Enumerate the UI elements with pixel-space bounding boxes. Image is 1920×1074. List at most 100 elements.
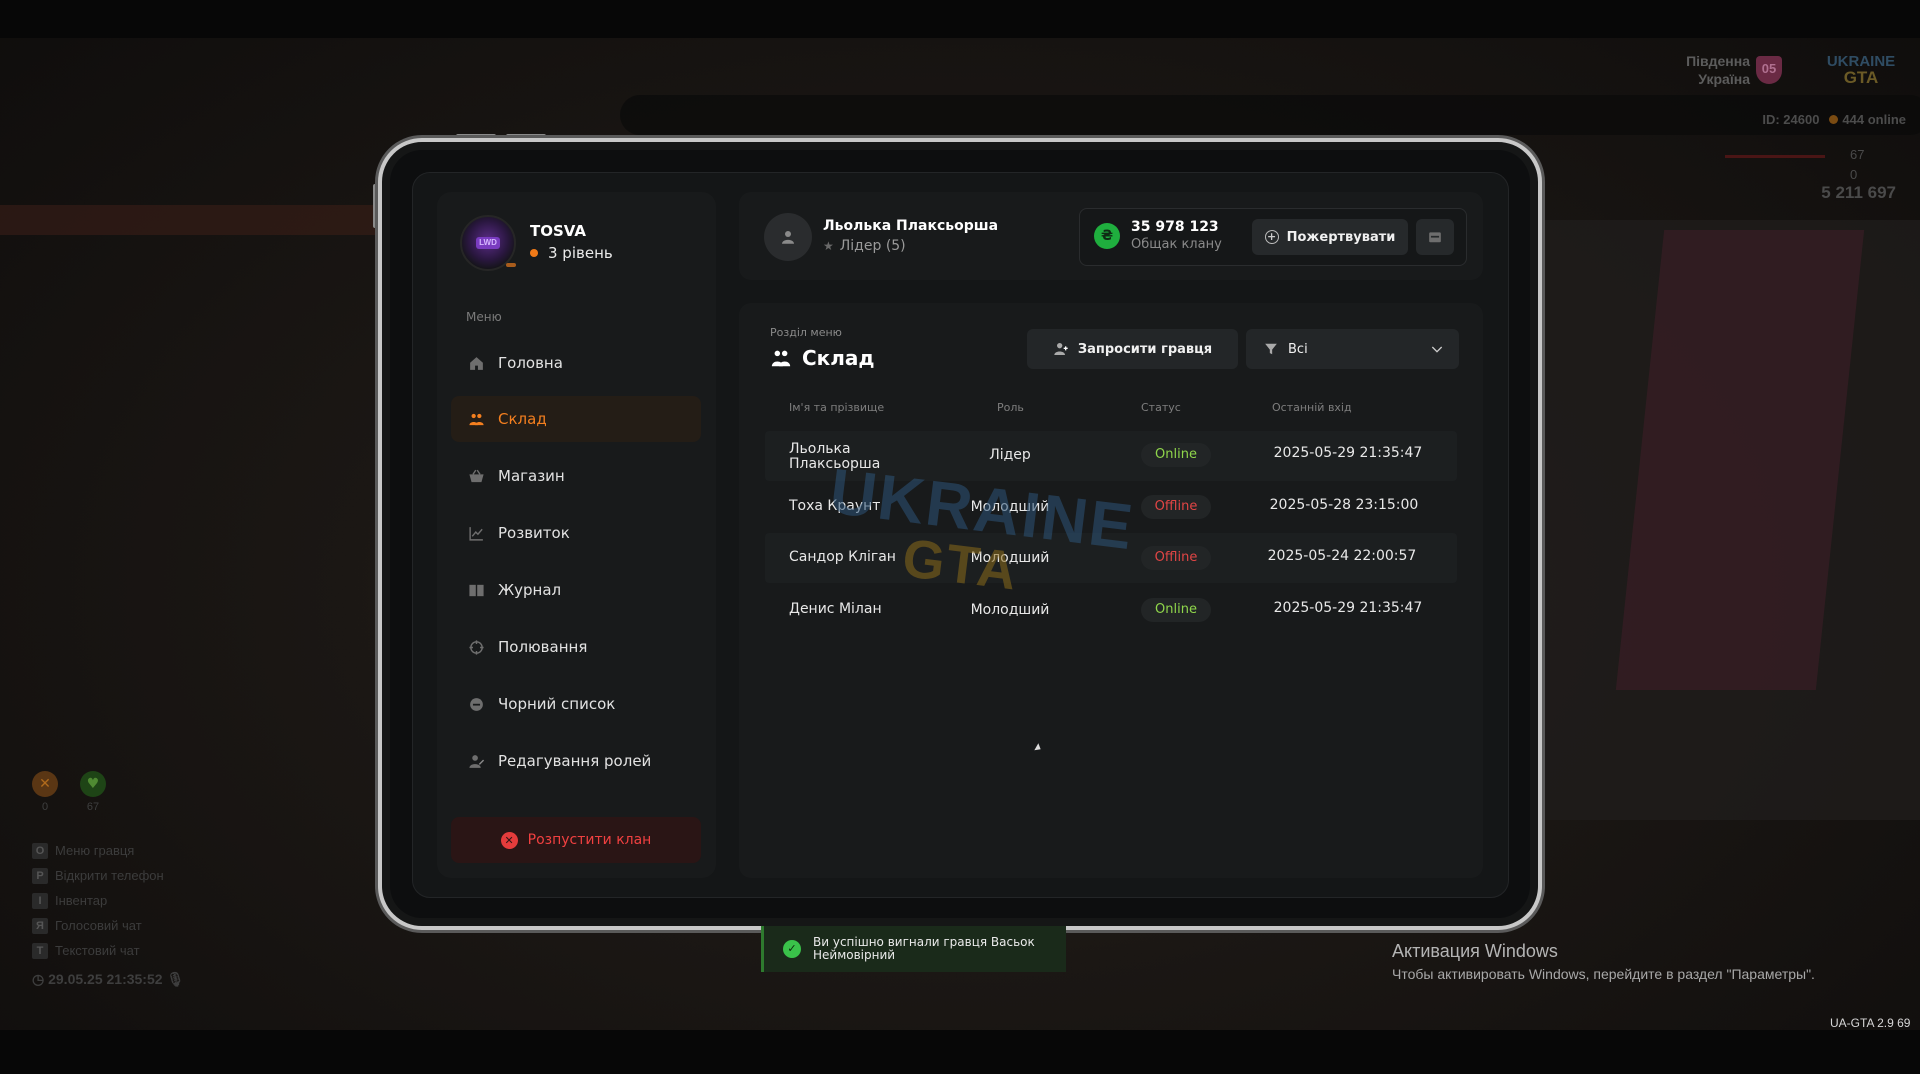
keybind-label: Меню гравця: [55, 843, 135, 858]
keybind-row: O Меню гравця: [32, 838, 164, 863]
keybind-label: Голосовий чат: [55, 918, 142, 933]
sidebar-item-home[interactable]: Головна: [451, 340, 701, 386]
letterbox-top: [0, 0, 1920, 38]
section-label: Розділ меню: [770, 326, 842, 339]
basket-icon: [467, 467, 485, 485]
add-user-icon: [1054, 343, 1068, 355]
sidebar-item-label: Журнал: [498, 581, 562, 599]
letterbox-bottom: [0, 1030, 1920, 1074]
game-logo: UKRAINE GTA: [1818, 54, 1904, 90]
player-id: ID: 24600: [1762, 112, 1820, 127]
keybind-row: P Відкрити телефон: [32, 863, 164, 888]
chevron-down-icon: [1431, 346, 1443, 353]
member-last-login: 2025-05-29 21:35:47: [1273, 445, 1423, 461]
hud-region-line1: Південна: [1686, 53, 1750, 69]
sidebar-item-blacklist[interactable]: Чорний список: [451, 681, 701, 727]
user-edit-icon: [467, 752, 485, 770]
level-dot-icon: [530, 249, 538, 257]
keybind-row: I Інвентар: [32, 888, 164, 913]
status-badge: Online: [1141, 598, 1211, 622]
hud-keybinds: O Меню гравця P Відкрити телефон I Інвентар…: [32, 838, 164, 963]
disband-clan-button[interactable]: ✕ Розпустити клан: [451, 817, 701, 863]
profile-name: TOSVA: [530, 222, 586, 240]
armor-value: 0: [1850, 167, 1858, 182]
leader-avatar: [764, 213, 812, 261]
star-icon: ★: [823, 239, 834, 253]
thirst-value: 67: [86, 801, 100, 813]
profile-level-text: 3 рівень: [548, 244, 613, 262]
role-filter-select[interactable]: Всі: [1246, 329, 1459, 369]
member-name: Денис Мілан: [789, 601, 882, 617]
hud-region-line2: Україна: [1698, 71, 1750, 87]
member-name: Льолька Плаксьорша: [789, 441, 881, 472]
member-role: Молодший: [970, 602, 1050, 618]
wallet-button[interactable]: [1416, 219, 1454, 255]
donate-button[interactable]: + Пожертвувати: [1252, 219, 1408, 255]
wallet-icon: [1429, 232, 1441, 243]
online-dot-icon: [1829, 115, 1839, 124]
notification-toast: ✓ Ви успішно вигнали гравця Васьок Неймо…: [761, 926, 1066, 972]
user-icon: [782, 231, 794, 244]
health-bar: [1725, 155, 1825, 158]
keybind-row: Я Голосовий чат: [32, 913, 164, 938]
sidebar-item-label: Магазин: [498, 467, 565, 485]
member-last-login: 2025-05-29 21:35:47: [1273, 600, 1423, 616]
invite-player-label: Запросити гравця: [1077, 341, 1213, 357]
sidebar-item-journal[interactable]: Журнал: [451, 567, 701, 613]
sidebar-item-warehouse[interactable]: Склад: [451, 396, 701, 442]
invite-player-button[interactable]: Запросити гравця: [1027, 329, 1238, 369]
avatar-logo: LWD: [476, 237, 500, 249]
sidebar-item-edit-roles[interactable]: Редагування ролей: [451, 738, 701, 784]
keybind-key: O: [32, 842, 48, 859]
keybind-key: T: [32, 942, 48, 959]
column-header-name[interactable]: Ім'я та прізвище: [789, 401, 884, 414]
page-title-text: Склад: [802, 346, 875, 370]
column-header-role[interactable]: Роль: [997, 401, 1024, 414]
hud-player-info: ID: 24600 444 online: [1700, 112, 1906, 127]
hud-region: Південна Україна: [1660, 52, 1750, 88]
book-icon: [467, 581, 485, 599]
check-circle-icon: ✓: [783, 940, 801, 958]
health-value: 67: [1850, 147, 1865, 162]
crosshair-icon: [467, 638, 485, 656]
status-badge: Online: [1141, 443, 1211, 467]
sidebar-item-development[interactable]: Розвиток: [451, 510, 701, 556]
column-header-last-login[interactable]: Останній вхід: [1272, 401, 1352, 414]
keybind-label: Відкрити телефон: [55, 868, 164, 883]
column-header-status[interactable]: Статус: [1141, 401, 1181, 414]
game-logo-line2: GTA: [1843, 68, 1879, 87]
region-badge: 05: [1756, 56, 1782, 84]
filter-icon: [1265, 343, 1277, 355]
sidebar-item-hunting[interactable]: Полювання: [451, 624, 701, 670]
windows-activation-subtitle: Чтобы активировать Windows, перейдите в …: [1392, 966, 1815, 982]
sidebar-item-label: Полювання: [498, 638, 588, 656]
player-money: 5 211 697: [1821, 183, 1896, 202]
home-icon: [467, 354, 485, 372]
member-last-login: 2025-05-24 22:00:57: [1267, 548, 1417, 564]
keybind-key: Я: [32, 917, 48, 934]
keybind-label: Інвентар: [55, 893, 108, 908]
avatar-status-icon: [506, 263, 516, 267]
status-badge: Offline: [1141, 495, 1211, 519]
donate-label: Пожертвувати: [1286, 229, 1396, 245]
sidebar-item-shop[interactable]: Магазин: [451, 453, 701, 499]
version-label: UA-GTA 2.9 69: [1830, 1016, 1911, 1030]
member-role: Молодший: [970, 550, 1050, 566]
keybind-key: P: [32, 867, 48, 884]
member-role: Молодший: [970, 499, 1050, 515]
tablet-button-side: [373, 184, 377, 228]
windows-activation-notice: Активация Windows Чтобы активировать Win…: [1392, 941, 1815, 982]
background-stripe: [0, 205, 380, 235]
clan-balance-value: 35 978 123: [1131, 219, 1219, 235]
profile-level: 3 рівень: [530, 244, 613, 262]
member-name: Сандор Кліган: [789, 549, 896, 565]
keybind-row: T Текстовий чат: [32, 938, 164, 963]
thirst-icon: ♥: [80, 771, 106, 797]
sidebar-item-label: Редагування ролей: [498, 752, 652, 770]
notification-message: Ви успішно вигнали гравця Васьок Неймові…: [813, 935, 1035, 962]
chart-icon: [467, 524, 485, 542]
hunger-value: 0: [41, 801, 49, 813]
member-name: Тоха Краунт: [789, 498, 881, 514]
status-badge: Offline: [1141, 546, 1211, 570]
leader-name: Льолька Плаксьорша: [823, 218, 999, 234]
